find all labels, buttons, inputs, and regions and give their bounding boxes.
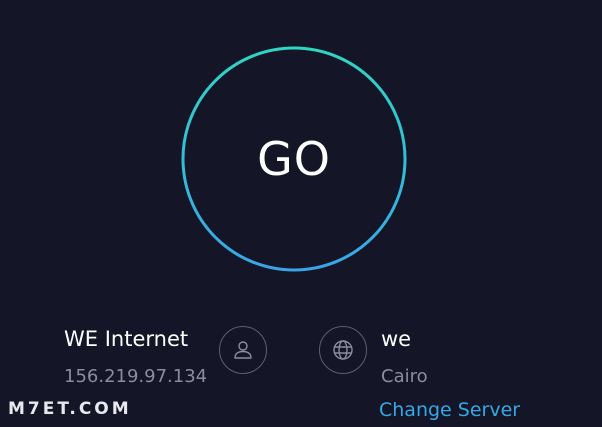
user-icon <box>219 326 267 374</box>
change-server-link[interactable]: Change Server <box>379 399 520 421</box>
server-name: we <box>381 327 412 351</box>
go-button-container: GO <box>180 45 408 273</box>
go-button[interactable]: GO <box>184 49 404 269</box>
isp-name: WE Internet <box>64 327 189 351</box>
watermark: M7ET.COM <box>8 399 132 419</box>
globe-icon <box>319 326 367 374</box>
server-location: Cairo <box>381 366 428 387</box>
isp-ip-address: 156.219.97.134 <box>64 366 208 387</box>
